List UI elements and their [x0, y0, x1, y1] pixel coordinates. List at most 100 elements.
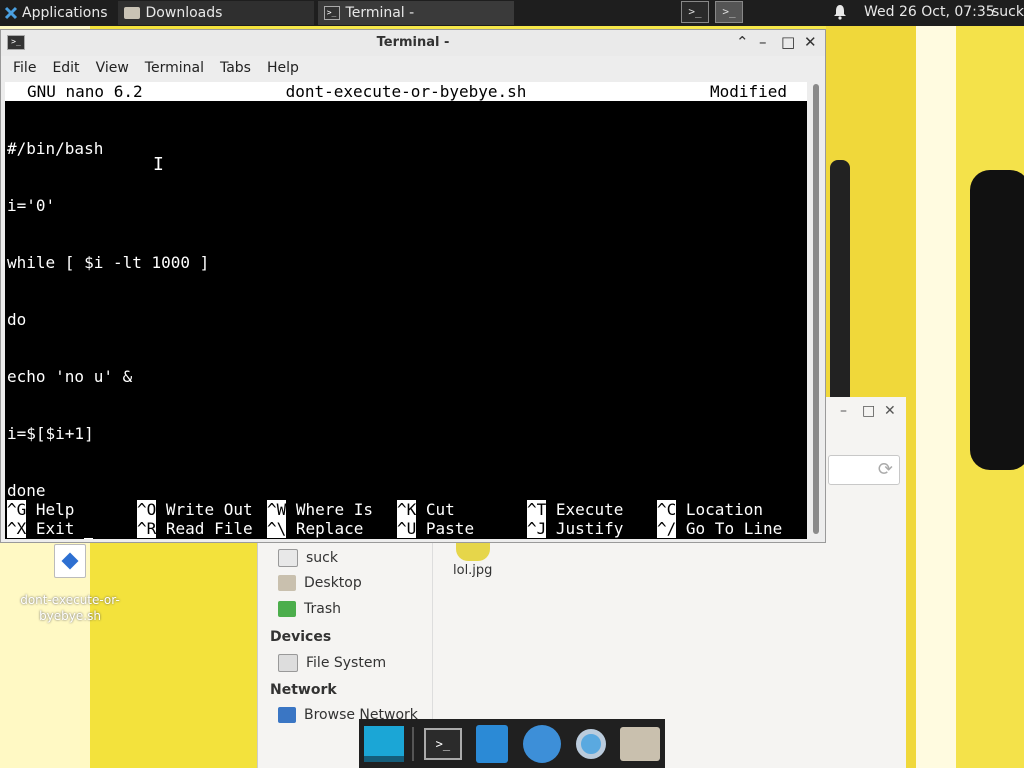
shortcut-execute: ^T Execute — [527, 500, 624, 519]
terminal-titlebar[interactable]: >_ Terminal - ⌃ – □ ✕ — [1, 30, 825, 56]
code-line: i=$[$i+1] — [7, 424, 94, 443]
terminal-window: >_ Terminal - ⌃ – □ ✕ File Edit View Ter… — [0, 29, 826, 543]
code-line-text: shutdown — [7, 538, 84, 539]
code-line: echo 'no u' & — [7, 367, 133, 386]
dock-file-manager[interactable] — [472, 722, 513, 766]
close-icon[interactable]: ✕ — [884, 403, 896, 419]
text-cursor — [84, 538, 94, 539]
file-manager-titlebar: – □ ✕ — [828, 399, 906, 423]
taskbar-item-label: Terminal - — [345, 5, 415, 21]
taskbar-item-downloads[interactable]: Downloads — [117, 1, 314, 25]
location-bar[interactable]: ⟳ — [828, 455, 900, 485]
web-browser-icon — [522, 724, 561, 763]
wallpaper-shape — [970, 170, 1024, 470]
dock-terminal[interactable]: >_ — [422, 722, 463, 766]
desktop-folder-icon — [278, 575, 296, 591]
shortcut-where-is: ^W Where Is — [267, 500, 373, 519]
folder-icon — [123, 7, 140, 19]
terminal-scrollbar[interactable] — [811, 82, 821, 539]
sidebar-item-label: Desktop — [304, 575, 362, 591]
shortcut-exit: ^X Exit — [7, 519, 75, 538]
nano-filename: dont-execute-or-byebye.sh — [285, 82, 527, 101]
wallpaper-band — [916, 0, 956, 768]
sidebar-item-label: suck — [306, 550, 338, 566]
network-icon — [278, 707, 296, 723]
terminal-icon: >_ — [423, 727, 462, 760]
file-manager-icon — [476, 724, 509, 763]
menu-help[interactable]: Help — [259, 56, 307, 80]
taskbar-item-terminal[interactable]: >_ Terminal - — [317, 1, 514, 25]
terminal-screen[interactable]: GNU nano 6.2 dont-execute-or-byebye.sh M… — [5, 82, 807, 539]
sidebar-item-home[interactable]: suck — [278, 549, 338, 567]
window-title: Terminal - — [376, 35, 450, 50]
sidebar-item-desktop[interactable]: Desktop — [278, 575, 362, 591]
applications-menu[interactable]: Applications — [0, 0, 114, 26]
shortcut-help: ^G Help — [7, 500, 75, 519]
taskbar-item-label: Downloads — [145, 5, 223, 21]
code-line: while [ $i -lt 1000 ] — [7, 253, 210, 272]
desktop-file-icon[interactable]: dont-execute-or-byebye.sh — [20, 544, 120, 624]
shortcut-location: ^C Location — [657, 500, 763, 519]
dock-app-finder[interactable] — [570, 722, 611, 766]
xfce-logo-icon — [4, 6, 18, 20]
menu-view[interactable]: View — [88, 56, 137, 80]
chevron-up-icon[interactable]: ⌃ — [736, 33, 749, 51]
file-item[interactable]: lol.jpg — [453, 537, 492, 578]
mouse-ibeam-cursor: I — [153, 154, 164, 175]
dock-folder[interactable] — [620, 722, 661, 766]
desktop-file-label: dont-execute-or-byebye.sh — [20, 593, 120, 623]
dock-separator — [412, 726, 415, 761]
reload-icon[interactable]: ⟳ — [878, 459, 893, 480]
code-line-last: shutdown — [7, 538, 209, 539]
shortcut-write-out: ^O Write Out — [137, 500, 253, 519]
menu-terminal[interactable]: Terminal — [137, 56, 212, 80]
notification-bell-icon[interactable] — [832, 4, 848, 20]
script-file-icon — [54, 544, 86, 578]
show-desktop-icon — [363, 725, 404, 762]
terminal-icon: >_ — [323, 6, 340, 20]
minimize-icon[interactable]: – — [840, 403, 847, 419]
devices-heading: Devices — [270, 629, 332, 645]
workspace-1-button[interactable]: >_ — [681, 1, 709, 23]
applications-label: Applications — [22, 5, 108, 21]
minimize-icon[interactable]: – — [759, 33, 767, 51]
network-heading: Network — [270, 682, 337, 698]
dock: >_ — [359, 719, 665, 768]
terminal-menubar: File Edit View Terminal Tabs Help — [1, 56, 825, 80]
shortcut-replace: ^\ Replace — [267, 519, 364, 538]
sidebar-item-trash[interactable]: Trash — [278, 601, 341, 617]
shortcut-read-file: ^R Read File — [137, 519, 253, 538]
top-panel: Applications Downloads >_ Terminal - >_ … — [0, 0, 1024, 26]
scrollbar-thumb[interactable] — [813, 84, 819, 534]
code-line: do — [7, 310, 27, 329]
sidebar-item-file-system[interactable]: File System — [278, 654, 386, 672]
shortcut-go-to-line: ^/ Go To Line — [657, 519, 783, 538]
wallpaper-shape — [830, 160, 850, 420]
nano-status: Modified — [709, 82, 787, 101]
file-item-label: lol.jpg — [453, 563, 493, 578]
menu-edit[interactable]: Edit — [44, 56, 87, 80]
code-line: i='0' — [7, 196, 56, 215]
folder-icon — [620, 726, 661, 761]
workspace-2-button[interactable]: >_ — [715, 1, 743, 23]
dock-web-browser[interactable] — [521, 722, 562, 766]
code-line: done — [7, 481, 46, 500]
clock[interactable]: Wed 26 Oct, 07:35 — [864, 4, 995, 20]
drive-icon — [278, 654, 298, 672]
shortcut-cut: ^K Cut — [397, 500, 455, 519]
close-icon[interactable]: ✕ — [804, 33, 817, 51]
menu-tabs[interactable]: Tabs — [212, 56, 259, 80]
maximize-icon[interactable]: □ — [862, 403, 875, 419]
sidebar-item-label: File System — [306, 655, 387, 671]
maximize-icon[interactable]: □ — [781, 33, 795, 51]
sidebar-item-label: Trash — [304, 601, 341, 617]
search-icon — [575, 728, 606, 759]
shortcut-justify: ^J Justify — [527, 519, 624, 538]
menu-file[interactable]: File — [5, 56, 44, 80]
shortcut-paste: ^U Paste — [397, 519, 475, 538]
dock-show-desktop[interactable] — [363, 722, 404, 766]
code-line: #/bin/bash — [7, 139, 104, 158]
user-menu[interactable]: suck — [992, 4, 1024, 20]
nano-shortcuts: ^G Help ^O Write Out ^W Where Is ^K Cut … — [7, 500, 807, 538]
editor-body[interactable]: #/bin/bash i='0' while [ $i -lt 1000 ] d… — [7, 101, 209, 539]
